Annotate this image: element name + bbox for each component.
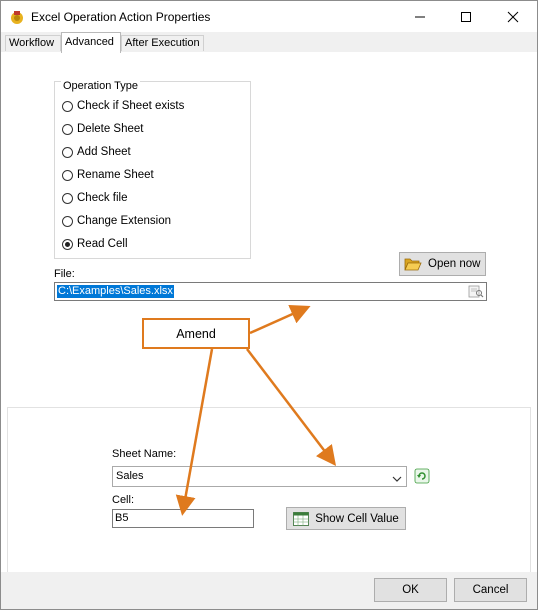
- tab-strip: Workflow Advanced After Execution: [1, 32, 537, 53]
- show-cell-value-button[interactable]: Show Cell Value: [286, 507, 406, 530]
- radio-button[interactable]: [62, 192, 73, 204]
- dialog-footer: OK Cancel: [1, 572, 537, 609]
- tab-advanced[interactable]: Advanced: [61, 32, 121, 53]
- file-label: File:: [54, 268, 75, 280]
- radio-rename-sheet[interactable]: Rename Sheet: [62, 167, 154, 183]
- radio-label: Rename Sheet: [77, 169, 154, 181]
- ok-button[interactable]: OK: [374, 578, 447, 602]
- radio-read-cell[interactable]: Read Cell: [62, 236, 128, 252]
- window-title: Excel Operation Action Properties: [31, 10, 211, 24]
- title-bar: Excel Operation Action Properties: [1, 1, 537, 32]
- file-path-value: C:\Examples\Sales.xlsx: [57, 285, 174, 298]
- radio-check-file[interactable]: Check file: [62, 190, 128, 206]
- tab-workflow[interactable]: Workflow: [5, 35, 61, 51]
- radio-button[interactable]: [62, 215, 73, 227]
- cancel-button[interactable]: Cancel: [454, 578, 527, 602]
- radio-button[interactable]: [62, 123, 73, 135]
- app-icon: [9, 9, 25, 25]
- file-path-input[interactable]: C:\Examples\Sales.xlsx: [54, 282, 487, 301]
- radio-delete-sheet[interactable]: Delete Sheet: [62, 121, 144, 137]
- maximize-icon: [461, 11, 471, 22]
- operation-type-legend: Operation Type: [61, 80, 141, 92]
- show-cell-value-label: Show Cell Value: [315, 512, 399, 525]
- maximize-button[interactable]: [443, 1, 489, 32]
- radio-label: Add Sheet: [77, 146, 131, 158]
- cell-label: Cell:: [112, 494, 135, 506]
- dialog-window: Excel Operation Action Properties Workfl…: [0, 0, 538, 610]
- cell-value: B5: [115, 512, 129, 524]
- close-icon: [507, 11, 519, 22]
- close-button[interactable]: [490, 1, 536, 32]
- radio-label: Read Cell: [77, 238, 128, 250]
- open-now-button[interactable]: Open now: [399, 252, 486, 276]
- radio-change-extension[interactable]: Change Extension: [62, 213, 171, 229]
- open-now-label: Open now: [428, 258, 481, 270]
- browse-file-icon[interactable]: [468, 284, 484, 302]
- radio-button[interactable]: [62, 169, 73, 181]
- radio-label: Check if Sheet exists: [77, 100, 185, 112]
- radio-label: Check file: [77, 192, 128, 204]
- amend-callout: Amend: [142, 318, 250, 349]
- radio-check-if-sheet-exists[interactable]: Check if Sheet exists: [62, 98, 184, 114]
- refresh-icon[interactable]: [414, 468, 430, 487]
- radio-button[interactable]: [62, 146, 73, 158]
- open-folder-icon: [404, 257, 422, 271]
- radio-add-sheet[interactable]: Add Sheet: [62, 144, 131, 160]
- radio-label: Change Extension: [77, 215, 171, 227]
- radio-label: Delete Sheet: [77, 123, 144, 135]
- sheet-name-select[interactable]: Sales: [112, 466, 407, 487]
- tab-after-execution[interactable]: After Execution: [121, 35, 204, 51]
- excel-sheet-icon: [293, 511, 310, 526]
- radio-button[interactable]: [62, 100, 73, 112]
- advanced-panel: Operation Type Check if Sheet exists Del…: [1, 52, 537, 572]
- cell-input[interactable]: B5: [112, 509, 254, 528]
- chevron-down-icon: [392, 473, 402, 485]
- minimize-button[interactable]: [397, 1, 443, 32]
- minimize-icon: [415, 16, 425, 17]
- sheet-name-label: Sheet Name:: [112, 448, 177, 460]
- radio-button-selected[interactable]: [62, 238, 73, 250]
- sheet-name-value: Sales: [116, 470, 144, 482]
- cell-settings-section: [7, 407, 531, 572]
